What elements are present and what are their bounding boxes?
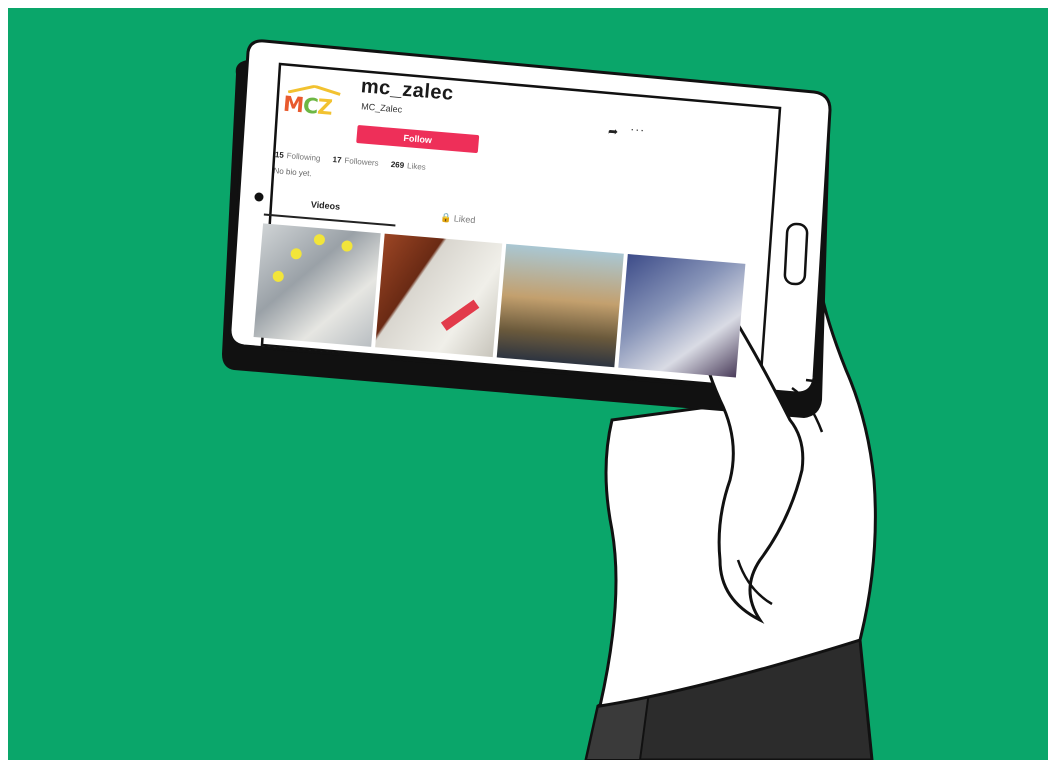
decor-dot	[313, 233, 326, 246]
decor-dot	[290, 247, 303, 260]
video-thumbnail[interactable]	[375, 233, 503, 358]
brand-logo: MCZ	[282, 84, 346, 124]
profile-page: MCZ mc_zalec MC_Zalec Follow ➦ ··· 15 Fol…	[250, 58, 785, 420]
followers-label[interactable]: Followers	[344, 156, 379, 168]
follow-button[interactable]: Follow	[356, 124, 480, 154]
handle: MC_Zalec	[360, 101, 403, 115]
following-label[interactable]: Following	[286, 151, 320, 163]
home-button	[783, 222, 809, 286]
following-count: 15	[274, 150, 285, 160]
decor-tape	[440, 299, 480, 331]
tab-liked[interactable]: 🔒 Liked	[440, 212, 476, 226]
share-icon[interactable]: ➦	[607, 124, 618, 139]
more-icon[interactable]: ···	[630, 122, 646, 137]
decor-dot	[341, 240, 353, 252]
tab-videos[interactable]: Videos	[310, 199, 340, 211]
camera-icon	[254, 192, 264, 202]
video-thumbnail[interactable]	[253, 223, 381, 347]
lock-icon: 🔒	[439, 212, 452, 224]
logo-letter-m: M	[282, 91, 305, 118]
tab-liked-label: Liked	[453, 213, 476, 226]
likes-count: 269	[390, 159, 405, 170]
username: mc_zalec	[360, 75, 455, 105]
decor-dot	[272, 270, 285, 283]
likes-label: Likes	[406, 161, 427, 172]
followers-count: 17	[332, 155, 342, 165]
bio: No bio yet.	[273, 166, 313, 179]
video-thumbnail[interactable]	[618, 254, 746, 378]
video-thumbnail[interactable]	[496, 243, 624, 368]
logo-letter-z: Z	[316, 94, 333, 120]
